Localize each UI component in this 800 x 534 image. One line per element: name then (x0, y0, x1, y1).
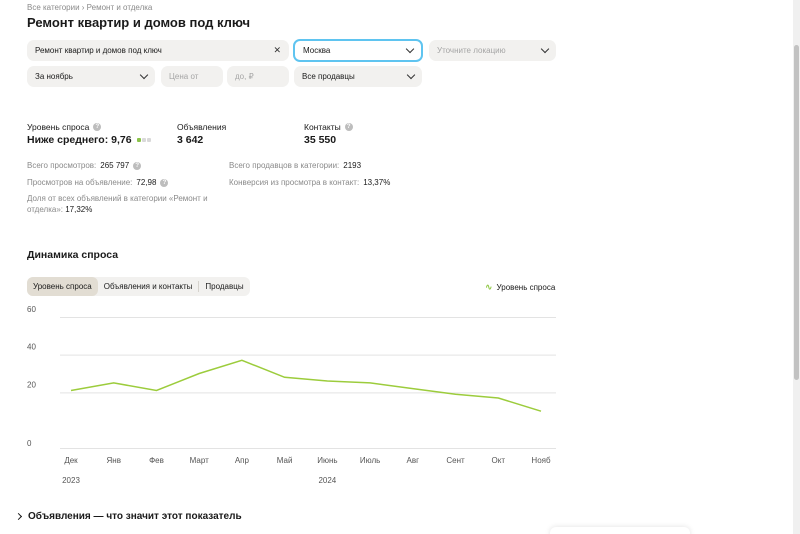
info-icon[interactable]: ? (160, 178, 169, 187)
share-metric: Доля от всех объявлений в категории «Рем… (27, 193, 232, 215)
tab-sellers[interactable]: Продавцы (199, 277, 249, 296)
demand-series-line (70, 359, 542, 412)
location-select[interactable]: Уточните локацию (429, 40, 556, 61)
city-input[interactable]: Москва (293, 39, 423, 62)
y-tick-label: 60 (27, 305, 36, 314)
y-tick-label: 20 (27, 380, 36, 389)
period-select[interactable]: За ноябрь (27, 66, 155, 87)
floating-card (550, 527, 690, 534)
y-tick-label: 40 (27, 343, 36, 352)
chevron-down-icon (405, 44, 415, 54)
views-per-listing-label: Просмотров на объявление: (27, 178, 133, 187)
x-tick-label: Июнь (317, 456, 337, 465)
info-icon[interactable]: ? (344, 123, 353, 131)
chevron-down-icon (139, 70, 149, 80)
conversion-value: 13,37% (363, 178, 391, 187)
demand-chart: 0 20 40 60 Дек Янв Фев Март Апр Май Июнь Июль Авг Се… (27, 305, 556, 485)
wave-icon: ∿ (485, 282, 493, 292)
tab-demand[interactable]: Уровень спроса (27, 277, 98, 296)
total-views-label: Всего просмотров: (27, 161, 97, 170)
demand-value-text: Ниже среднего: 9,76 (27, 134, 132, 146)
x-tick-label: Май (277, 456, 293, 465)
breadcrumb[interactable]: Все категории › Ремонт и отделка (27, 3, 152, 12)
conversion-metric: Конверсия из просмотра в контакт: 13,37% (229, 177, 390, 188)
level-bar (136, 138, 141, 142)
info-icon[interactable]: ? (133, 161, 142, 170)
x-tick-label: Апр (235, 456, 250, 465)
chevron-down-icon (540, 44, 550, 54)
x-tick-label: Июль (360, 456, 380, 465)
listings-explainer-toggle[interactable]: Объявления — что значит этот показатель (14, 511, 242, 522)
demand-label-text: Уровень спроса (27, 122, 90, 132)
period-value: За ноябрь (35, 72, 73, 81)
demand-label: Уровень спроса ? (27, 122, 102, 132)
x-tick-label: Нояб (531, 456, 551, 465)
listings-value: 3 642 (177, 134, 204, 146)
category-select[interactable]: Ремонт квартир и домов под ключ ✕ (27, 40, 289, 61)
conversion-label: Конверсия из просмотра в контакт: (229, 178, 360, 187)
info-icon[interactable]: ? (93, 123, 102, 131)
total-sellers-value: 2193 (343, 161, 362, 170)
year-label: 2023 (62, 476, 80, 485)
x-tick-label: Авг (407, 456, 420, 465)
level-bar (146, 138, 151, 142)
chevron-down-icon (406, 70, 416, 80)
dynamics-title: Динамика спроса (27, 249, 119, 261)
dynamics-tabs: Уровень спроса Объявления и контакты Про… (27, 277, 250, 296)
price-to-input[interactable]: до, ₽ (227, 66, 289, 87)
views-per-listing-value: 72,98 (136, 178, 157, 187)
level-bar (141, 138, 146, 142)
x-tick-label: Окт (492, 456, 506, 465)
category-value: Ремонт квартир и домов под ключ (35, 46, 162, 55)
total-views-metric: Всего просмотров: 265 797 ? (27, 160, 142, 171)
city-value: Москва (303, 46, 331, 55)
price-from-placeholder: Цена от (169, 72, 199, 81)
price-to-placeholder: до, ₽ (235, 72, 254, 81)
y-tick-label: 0 (27, 439, 32, 448)
x-tick-label: Янв (107, 456, 121, 465)
x-tick-label: Фев (149, 456, 164, 465)
price-from-input[interactable]: Цена от (161, 66, 223, 87)
scrollbar-thumb[interactable] (794, 45, 799, 380)
share-value: 17,32% (65, 205, 93, 214)
listings-explainer-label: Объявления — что значит этот показатель (28, 511, 242, 522)
chevron-right-icon (14, 512, 23, 521)
tab-listings-contacts[interactable]: Объявления и контакты (98, 277, 199, 296)
sellers-select[interactable]: Все продавцы (294, 66, 422, 87)
contacts-label: Контакты ? (304, 122, 353, 132)
x-tick-label: Март (190, 456, 209, 465)
total-views-value: 265 797 (100, 161, 130, 170)
demand-value: Ниже среднего: 9,76 (27, 134, 151, 146)
contacts-label-text: Контакты (304, 122, 341, 132)
x-tick-label: Дек (64, 456, 78, 465)
listings-label-text: Объявления (177, 122, 227, 132)
listings-label: Объявления (177, 122, 226, 132)
sellers-value: Все продавцы (302, 72, 355, 81)
x-tick-label: Сент (446, 456, 465, 465)
contacts-value: 35 550 (304, 134, 337, 146)
views-per-listing-metric: Просмотров на объявление: 72,98 ? (27, 177, 169, 188)
close-icon[interactable]: ✕ (273, 45, 281, 56)
total-sellers-label: Всего продавцов в категории: (229, 161, 340, 170)
page-title: Ремонт квартир и домов под ключ (27, 15, 251, 30)
year-label: 2024 (318, 476, 336, 485)
legend-label: Уровень спроса (496, 283, 556, 292)
chart-legend: ∿ Уровень спроса (485, 282, 555, 293)
total-sellers-metric: Всего продавцов в категории: 2193 (229, 160, 361, 171)
demand-level-bars (136, 138, 151, 142)
location-placeholder: Уточните локацию (437, 46, 506, 55)
share-label: Доля от всех объявлений в категории «Рем… (27, 194, 208, 214)
